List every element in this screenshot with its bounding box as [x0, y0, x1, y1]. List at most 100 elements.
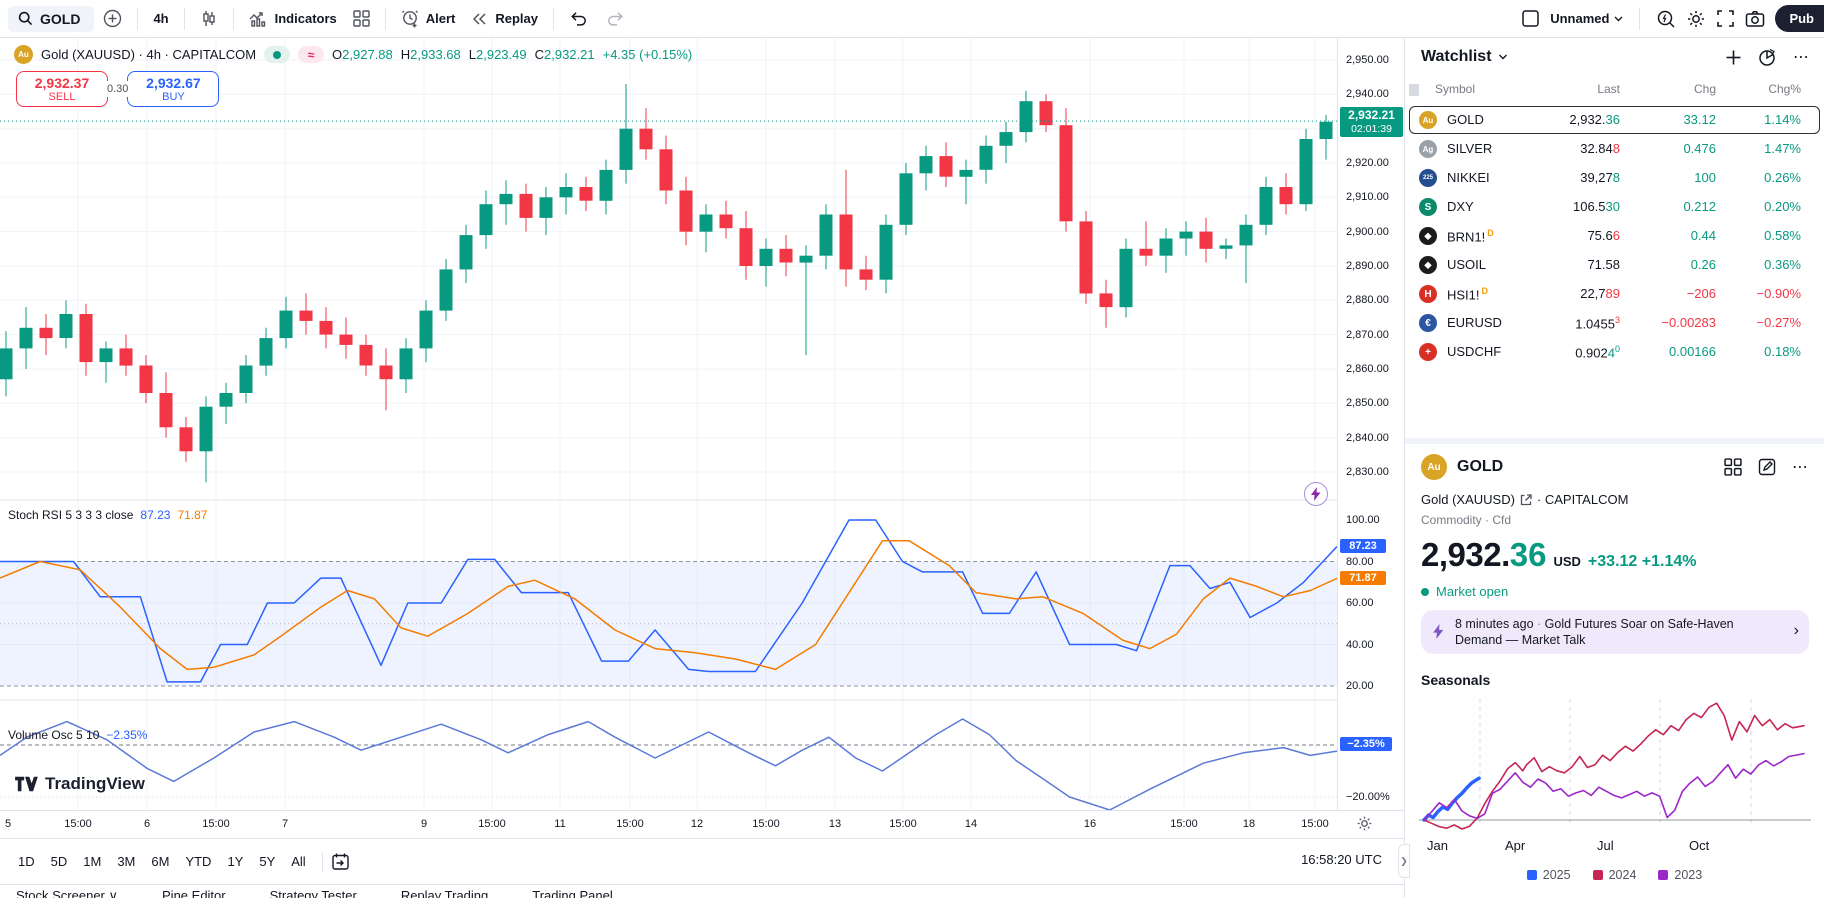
external-link-icon[interactable]: [1520, 494, 1532, 506]
price-axis[interactable]: 2,950.002,940.002,930.002,920.002,910.00…: [1337, 38, 1404, 810]
last-price: 106.530: [1510, 199, 1620, 214]
range-button-5y[interactable]: 5Y: [251, 850, 283, 873]
watchlist-row-usoil[interactable]: ⬥USOIL71.580.260.36%: [1405, 251, 1824, 280]
stoch-axis-label: 100.00: [1346, 514, 1380, 526]
indicator-templates-icon[interactable]: [346, 6, 377, 31]
gold-icon: Au: [1421, 454, 1447, 480]
symbol-search[interactable]: GOLD: [8, 6, 94, 32]
watchlist-column-headers[interactable]: Symbol Last Chg Chg%: [1405, 82, 1824, 102]
interval-button[interactable]: 4h: [146, 7, 175, 30]
symbol-name: HSI1!D: [1447, 286, 1488, 302]
flag-column-icon: [1409, 84, 1419, 96]
watchlist-menu-icon[interactable]: ⋯: [1793, 47, 1810, 67]
watchlist-row-brn1[interactable]: ⬥BRN1!D75.660.440.58%: [1405, 222, 1824, 251]
heatmap-pie-icon[interactable]: [1758, 48, 1777, 67]
time-axis-label: 15:00: [202, 818, 230, 830]
top-toolbar: GOLD 4h Indicators Alert: [0, 0, 1824, 38]
sell-button[interactable]: 2,932.37 SELL: [16, 71, 108, 107]
time-axis-label: 15:00: [64, 818, 92, 830]
legend-item-2025: 2025: [1527, 868, 1571, 882]
detail-name-row[interactable]: Gold (XAUUSD) · CAPITALCOM: [1421, 492, 1628, 507]
range-button-ytd[interactable]: YTD: [177, 850, 219, 873]
range-button-5d[interactable]: 5D: [43, 850, 76, 873]
layout-grid-icon[interactable]: [1724, 458, 1742, 476]
bottom-tab-trading-panel[interactable]: Trading Panel: [532, 888, 612, 898]
undo-icon[interactable]: [562, 6, 596, 31]
gold-icon: Au: [14, 45, 33, 64]
chart-style-icon[interactable]: [193, 6, 225, 32]
legend-swatch: [1527, 870, 1537, 880]
last-price: 0.90240: [1510, 344, 1620, 360]
alert-button[interactable]: Alert: [394, 5, 463, 32]
layout-name-dropdown[interactable]: Unnamed: [1550, 11, 1623, 26]
watchlist-row-usdchf[interactable]: +USDCHF0.902400.001660.18%: [1405, 338, 1824, 367]
fullscreen-icon[interactable]: [1716, 9, 1735, 28]
change-percent: 0.36%: [1731, 257, 1801, 272]
bottom-tab-strategy-tester[interactable]: Strategy Tester: [270, 888, 357, 898]
axis-settings-gear-icon[interactable]: [1356, 815, 1373, 832]
layout-icon[interactable]: [1521, 9, 1540, 28]
search-icon: [18, 11, 33, 26]
detail-menu-icon[interactable]: ⋯: [1792, 457, 1809, 477]
price-axis-label: 2,950.00: [1346, 54, 1389, 66]
range-button-6m[interactable]: 6M: [143, 850, 177, 873]
watchlist-row-hsi1[interactable]: HHSI1!D22,789−206−0.90%: [1405, 280, 1824, 309]
symbol-name: USOIL: [1447, 257, 1486, 272]
watchlist-row-dxy[interactable]: SDXY106.5300.2120.20%: [1405, 193, 1824, 222]
watchlist-title-dropdown[interactable]: Watchlist: [1421, 48, 1508, 66]
legend-label: 2023: [1674, 868, 1702, 882]
go-to-date-icon[interactable]: [331, 852, 350, 871]
time-axis[interactable]: 515:00615:007915:001115:001215:001315:00…: [0, 810, 1404, 838]
news-item[interactable]: 8 minutes agoGold Futures Soar on Safe-H…: [1421, 610, 1809, 654]
bottom-tab-pine-editor[interactable]: Pine Editor: [162, 888, 226, 898]
range-button-all[interactable]: All: [283, 850, 313, 873]
seasonals-chart[interactable]: [1419, 695, 1811, 835]
indicators-button[interactable]: Indicators: [242, 6, 344, 32]
watchlist-row-eurusd[interactable]: €EURUSD1.04553−0.00283−0.27%: [1405, 309, 1824, 338]
range-button-1m[interactable]: 1M: [75, 850, 109, 873]
watchlist-row-nikkei[interactable]: 225NIKKEI39,2781000.26%: [1405, 164, 1824, 193]
right-panel: Watchlist ⋯ Symbol Last Chg Chg% AuGOLD2…: [1404, 38, 1824, 898]
volosc-value: −2.35%: [106, 728, 147, 742]
symbol-name: BRN1!D: [1447, 228, 1494, 244]
range-button-1y[interactable]: 1Y: [219, 850, 251, 873]
time-axis-label: 11: [554, 818, 565, 830]
camera-snapshot-icon[interactable]: [1745, 10, 1765, 28]
time-axis-label: 15:00: [1301, 818, 1329, 830]
bottom-toolbar: 1D5D1M3M6MYTD1Y5YAll 16:58:20 UTC: [0, 838, 1404, 884]
panel-collapse-handle[interactable]: ❯: [1398, 844, 1410, 878]
chart-area[interactable]: Au Gold (XAUUSD) · 4h · CAPITALCOM ≈ O2,…: [0, 38, 1404, 810]
bottom-tabs-strip: Stock Screener ∨ Pine Editor Strategy Test…: [0, 884, 1404, 898]
stoch-rsi-legend[interactable]: Stoch RSI 5 3 3 3 close 87.23 71.87: [8, 508, 207, 522]
replay-button[interactable]: Replay: [464, 7, 545, 31]
quick-search-icon[interactable]: [1656, 9, 1676, 29]
exchange-clock[interactable]: 16:58:20 UTC: [1301, 852, 1382, 867]
boost-lightning-button[interactable]: [1304, 482, 1328, 506]
redo-icon[interactable]: [598, 6, 632, 31]
settings-gear-icon[interactable]: [1686, 9, 1706, 29]
watchlist-row-gold[interactable]: AuGOLD2,932.3633.121.14%: [1405, 106, 1824, 135]
time-axis-label: 15:00: [1170, 818, 1198, 830]
bottom-tab-replay-trading[interactable]: Replay Trading: [401, 888, 488, 898]
legend-swatch: [1658, 870, 1668, 880]
add-symbol-icon[interactable]: [1725, 49, 1742, 66]
chevron-down-icon: [1614, 16, 1623, 22]
add-compare-icon[interactable]: [96, 5, 129, 32]
range-button-1d[interactable]: 1D: [10, 850, 43, 873]
bottom-tab-stock-screener[interactable]: Stock Screener ∨: [16, 888, 118, 898]
volume-osc-legend[interactable]: Volume Osc 5 10 −2.35%: [8, 728, 147, 742]
tradingview-watermark[interactable]: TradingView: [14, 774, 145, 794]
stoch-k-value: 87.23: [140, 508, 170, 522]
compose-note-icon[interactable]: [1758, 458, 1776, 476]
publish-button[interactable]: Pub: [1775, 5, 1824, 32]
watchlist-row-silver[interactable]: AgSILVER32.8480.4761.47%: [1405, 135, 1824, 164]
chart-legend[interactable]: Au Gold (XAUUSD) · 4h · CAPITALCOM ≈ O2,…: [14, 45, 692, 64]
brn1!-icon: ⬥: [1419, 227, 1437, 245]
range-button-3m[interactable]: 3M: [109, 850, 143, 873]
change-percent: 0.20%: [1731, 199, 1801, 214]
change-percent: 0.26%: [1731, 170, 1801, 185]
buy-button[interactable]: 2,932.67 BUY: [127, 71, 219, 107]
chart-panes-svg[interactable]: [0, 38, 1337, 810]
news-timestamp: 8 minutes ago: [1455, 617, 1545, 631]
price-axis-label: 2,850.00: [1346, 397, 1389, 409]
